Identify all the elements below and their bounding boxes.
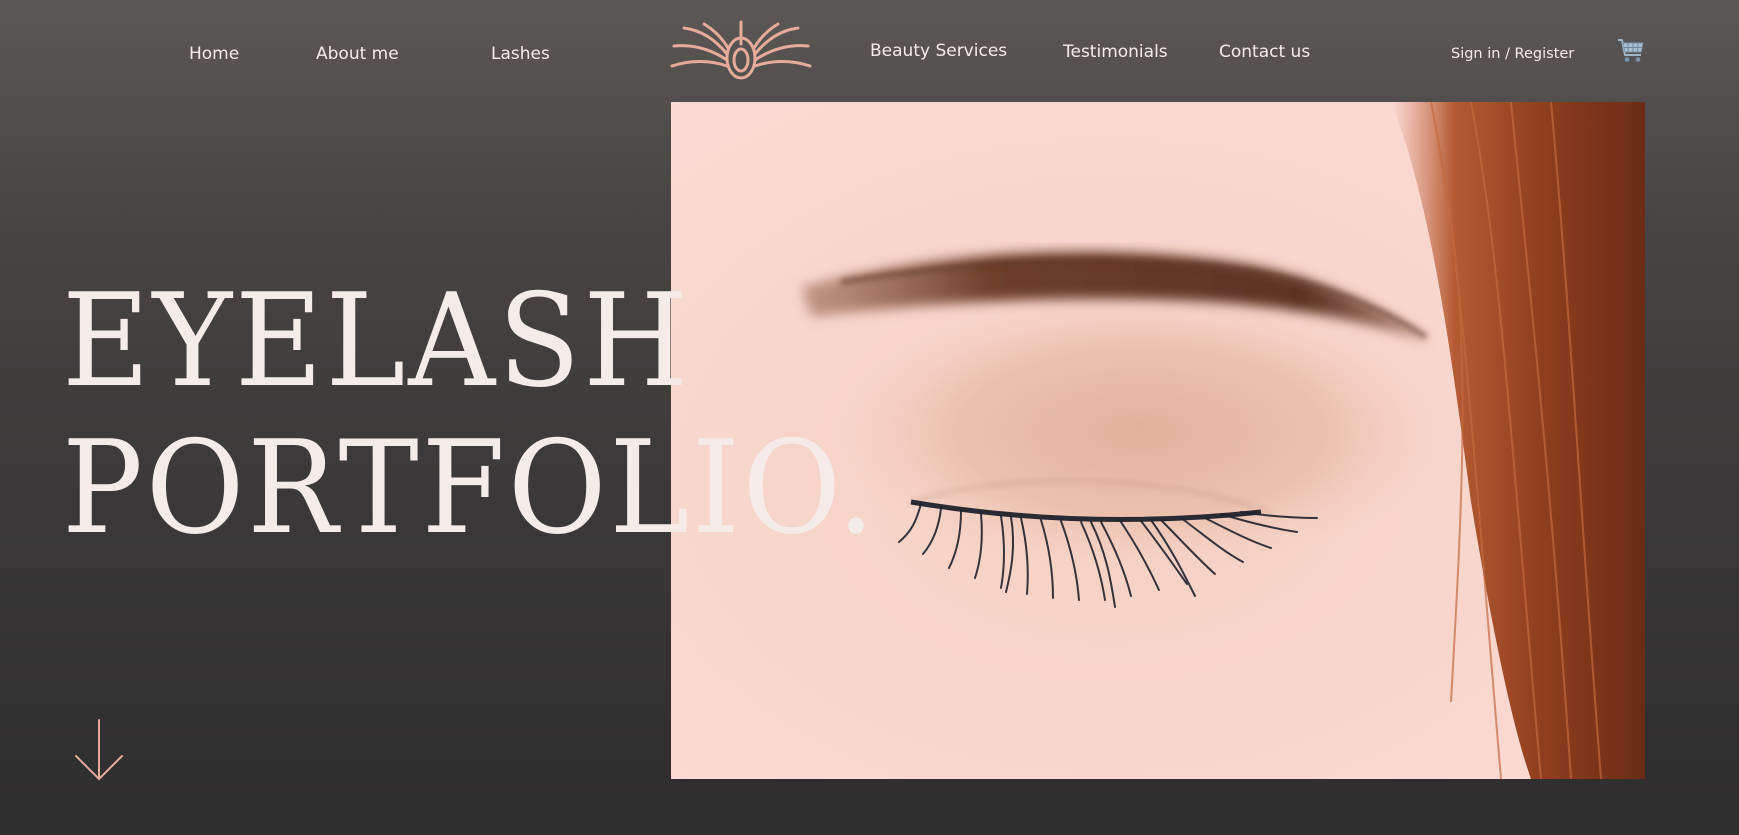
sign-in-register-link[interactable]: Sign in / Register xyxy=(1451,46,1574,62)
nav-testimonials[interactable]: Testimonials xyxy=(1063,42,1168,62)
eyelash-logo[interactable] xyxy=(670,20,812,82)
hero-headline-line-1: EYELASH xyxy=(62,267,691,416)
nav-beauty-services[interactable]: Beauty Services xyxy=(870,41,1007,61)
arrow-down-icon[interactable] xyxy=(73,718,125,782)
nav-home[interactable]: Home xyxy=(189,44,239,64)
nav-contact-us[interactable]: Contact us xyxy=(1219,42,1310,62)
nav-lashes[interactable]: Lashes xyxy=(491,44,550,64)
hero-headline-line-2: PORTFOLIO. xyxy=(62,414,878,563)
shopping-cart-icon[interactable] xyxy=(1617,36,1645,64)
nav-about-me[interactable]: About me xyxy=(316,44,399,64)
